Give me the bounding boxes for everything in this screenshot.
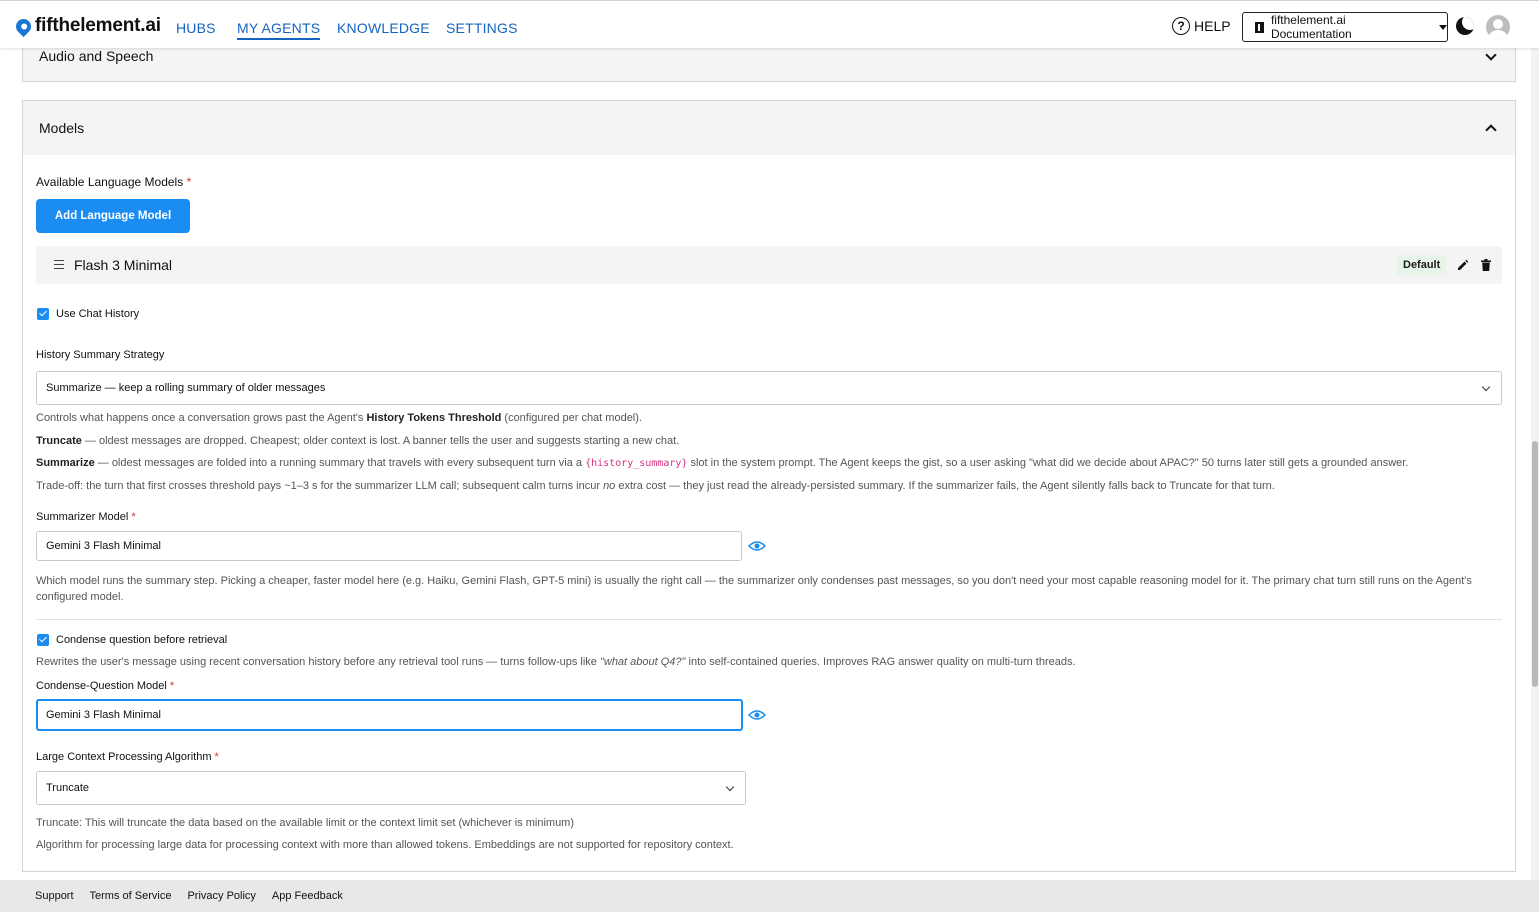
footer-privacy-link[interactable]: Privacy Policy bbox=[187, 890, 255, 902]
condense-help-text: Rewrites the user's message using recent… bbox=[36, 656, 600, 668]
strategy-help-truncate: Truncate — oldest messages are dropped. … bbox=[36, 433, 1506, 449]
avatar-icon[interactable] bbox=[1486, 15, 1510, 39]
condense-help-after: into self-contained queries. Improves RA… bbox=[685, 656, 1076, 668]
large-context-select[interactable]: Truncate bbox=[36, 771, 746, 805]
documentation-dropdown[interactable]: fifthelement.ai Documentation bbox=[1242, 12, 1448, 42]
logo-icon bbox=[12, 15, 35, 37]
footer-support-link[interactable]: Support bbox=[35, 890, 74, 902]
nav-hubs[interactable]: HUBS bbox=[176, 20, 216, 36]
history-summary-code: {history_summary} bbox=[585, 458, 688, 469]
help-intro-text: Controls what happens once a conversatio… bbox=[36, 412, 367, 424]
audio-speech-header[interactable]: Audio and Speech bbox=[23, 48, 1515, 64]
help-tradeoff-em: no bbox=[603, 480, 616, 492]
condense-model-value: Gemini 3 Flash Minimal bbox=[46, 709, 161, 721]
chevron-down-icon bbox=[725, 782, 735, 792]
audio-speech-title: Audio and Speech bbox=[39, 48, 154, 64]
condense-model-label: Condense-Question Model * bbox=[36, 680, 174, 692]
summarizer-model-value: Gemini 3 Flash Minimal bbox=[46, 540, 161, 552]
nav-settings[interactable]: SETTINGS bbox=[446, 20, 518, 36]
summarizer-model-input[interactable]: Gemini 3 Flash Minimal bbox=[36, 531, 742, 561]
condense-model-text: Condense-Question Model bbox=[36, 680, 167, 692]
help-truncate-bold: Truncate bbox=[36, 435, 82, 447]
help-icon: ? bbox=[1172, 17, 1190, 35]
history-strategy-label: History Summary Strategy bbox=[36, 349, 165, 361]
use-chat-history-checkbox[interactable] bbox=[37, 308, 49, 320]
brand-logo[interactable]: fifthelement.ai bbox=[12, 15, 161, 37]
top-navbar: fifthelement.ai HUBS MY AGENTS KNOWLEDGE… bbox=[0, 0, 1539, 48]
pencil-icon[interactable] bbox=[1457, 259, 1469, 271]
help-label: HELP bbox=[1194, 18, 1231, 34]
required-mark: * bbox=[214, 751, 219, 763]
large-context-label: Large Context Processing Algorithm * bbox=[36, 751, 219, 763]
help-truncate-text: — oldest messages are dropped. Cheapest;… bbox=[81, 435, 680, 447]
eye-icon[interactable] bbox=[748, 540, 766, 552]
large-context-text: Large Context Processing Algorithm bbox=[36, 751, 212, 763]
large-context-help-1: Truncate: This will truncate the data ba… bbox=[36, 817, 575, 829]
nav-my-agents[interactable]: MY AGENTS bbox=[237, 20, 321, 40]
moon-icon[interactable] bbox=[1456, 17, 1474, 35]
models-accordion: Models Available Language Models * Add L… bbox=[22, 100, 1516, 872]
help-summarize-bold: Summarize bbox=[36, 457, 95, 469]
large-context-value: Truncate bbox=[46, 782, 90, 794]
documentation-label: fifthelement.ai Documentation bbox=[1270, 13, 1352, 41]
available-models-label: Available Language Models * bbox=[36, 175, 191, 189]
help-intro-after: (configured per chat model). bbox=[501, 412, 642, 424]
condense-model-input[interactable]: Gemini 3 Flash Minimal bbox=[36, 699, 743, 731]
required-mark: * bbox=[169, 680, 175, 692]
brand-name: fifthelement.ai bbox=[35, 15, 161, 36]
history-strategy-select[interactable]: Summarize — keep a rolling summary of ol… bbox=[36, 371, 1502, 405]
caret-down-icon bbox=[1439, 24, 1447, 30]
help-tradeoff-text: Trade-off: the turn that first crosses t… bbox=[36, 480, 604, 492]
drag-handle-icon[interactable] bbox=[54, 260, 64, 269]
help-link[interactable]: ? HELP bbox=[1172, 17, 1231, 35]
section-divider bbox=[36, 619, 1502, 620]
condense-help: Rewrites the user's message using recent… bbox=[36, 654, 1506, 670]
footer-terms-link[interactable]: Terms of Service bbox=[90, 890, 172, 902]
add-language-model-button[interactable]: Add Language Model bbox=[36, 199, 190, 233]
models-header[interactable]: Models bbox=[23, 101, 1515, 155]
strategy-help-tradeoff: Trade-off: the turn that first crosses t… bbox=[36, 478, 1506, 494]
condense-help-em: "what about Q4?" bbox=[599, 656, 686, 668]
strategy-help-summarize: Summarize — oldest messages are folded i… bbox=[36, 455, 1506, 472]
scrollbar-thumb[interactable] bbox=[1532, 441, 1538, 687]
footer: Support Terms of Service Privacy Policy … bbox=[0, 880, 1539, 912]
help-summarize-after: slot in the system prompt. The Agent kee… bbox=[687, 457, 1409, 469]
book-icon bbox=[1255, 21, 1264, 33]
history-strategy-value: Summarize — keep a rolling summary of ol… bbox=[46, 382, 326, 394]
available-models-text: Available Language Models bbox=[36, 175, 184, 189]
help-tradeoff-after: extra cost — they just read the already-… bbox=[615, 480, 1275, 492]
eye-icon[interactable] bbox=[748, 709, 766, 721]
help-intro-bold: History Tokens Threshold bbox=[366, 412, 502, 424]
summarizer-model-label: Summarizer Model * bbox=[36, 511, 136, 523]
large-context-help-2: Algorithm for processing large data for … bbox=[36, 839, 734, 851]
trash-icon[interactable] bbox=[1481, 259, 1491, 271]
summarizer-model-text: Summarizer Model bbox=[36, 511, 129, 523]
model-row[interactable]: Flash 3 Minimal Default bbox=[36, 246, 1502, 284]
strategy-help-intro: Controls what happens once a conversatio… bbox=[36, 410, 1506, 426]
footer-feedback-link[interactable]: App Feedback bbox=[272, 890, 343, 902]
default-badge: Default bbox=[1397, 255, 1447, 275]
model-name: Flash 3 Minimal bbox=[74, 257, 173, 273]
required-mark: * bbox=[131, 511, 136, 523]
use-chat-history-label: Use Chat History bbox=[56, 308, 140, 320]
condense-question-label: Condense question before retrieval bbox=[56, 634, 228, 646]
condense-question-checkbox[interactable] bbox=[37, 634, 49, 646]
chevron-down-icon bbox=[1481, 382, 1491, 392]
models-title: Models bbox=[39, 120, 85, 136]
summarizer-help: Which model runs the summary step. Picki… bbox=[36, 575, 1472, 603]
help-summarize-text: — oldest messages are folded into a runn… bbox=[94, 457, 586, 469]
required-mark: * bbox=[186, 175, 192, 189]
nav-knowledge[interactable]: KNOWLEDGE bbox=[337, 20, 430, 36]
